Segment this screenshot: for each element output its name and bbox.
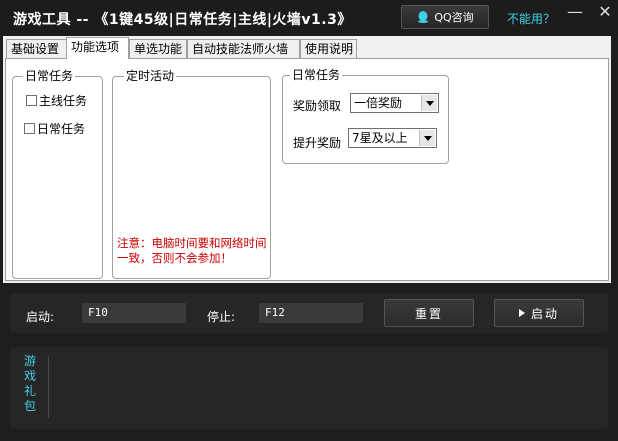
- main-quest-checkbox-box[interactable]: [26, 95, 37, 106]
- minimize-button[interactable]: —: [564, 2, 586, 22]
- qq-penguin-icon: [418, 11, 429, 23]
- gift-bar: [10, 347, 608, 429]
- upgrade-reward-label: 提升奖励: [293, 136, 342, 150]
- main-quest-label: 主线任务: [39, 94, 88, 108]
- reset-button-label: 重置: [414, 306, 443, 321]
- qq-button-label: QQ咨询: [434, 11, 474, 24]
- play-icon: [518, 309, 525, 317]
- app-title: 游戏工具 -- 《1键45级|日常任务|主线|火墙v1.3》: [13, 12, 352, 28]
- start-hotkey-input[interactable]: F10: [82, 303, 186, 323]
- chevron-down-icon[interactable]: [421, 95, 437, 111]
- reward-claim-label: 奖励领取: [293, 99, 342, 113]
- daily-task-group-title: 日常任务: [23, 69, 76, 83]
- tab-auto-skill-firewall[interactable]: 自动技能法师火墙: [187, 39, 300, 58]
- daily-options-group-title: 日常任务: [290, 68, 343, 82]
- upgrade-reward-select[interactable]: 7星及以上: [348, 128, 437, 148]
- start-button[interactable]: 启动: [494, 299, 584, 327]
- reward-claim-select[interactable]: 一倍奖励: [350, 93, 439, 113]
- tab-function-options[interactable]: 功能选项: [66, 37, 129, 59]
- start-button-label: 启动: [530, 306, 559, 321]
- reset-button[interactable]: 重置: [384, 299, 474, 327]
- stop-hotkey-input[interactable]: F12: [259, 303, 363, 323]
- main-quest-checkbox[interactable]: 主线任务: [26, 92, 87, 109]
- stop-hotkey-label: 停止:: [207, 310, 236, 324]
- timed-activity-group-title: 定时活动: [124, 69, 177, 83]
- upgrade-reward-value: 7星及以上: [352, 131, 408, 145]
- chevron-down-icon[interactable]: [419, 130, 435, 146]
- daily-quest-label: 日常任务: [37, 122, 86, 136]
- daily-quest-checkbox[interactable]: 日常任务: [24, 120, 85, 137]
- qq-consult-button[interactable]: QQ咨询: [401, 5, 489, 29]
- close-button[interactable]: ✕: [594, 2, 616, 22]
- time-sync-notice: 注意：电脑时间要和网络时间一致，否则不会参加！: [117, 236, 267, 265]
- daily-quest-checkbox-box[interactable]: [24, 123, 35, 134]
- gift-divider: [48, 356, 49, 418]
- tab-basic-settings[interactable]: 基础设置: [6, 39, 67, 58]
- tab-instructions[interactable]: 使用说明: [300, 39, 357, 58]
- reward-claim-value: 一倍奖励: [354, 96, 403, 110]
- tab-single-select[interactable]: 单选功能: [129, 39, 187, 58]
- start-hotkey-label: 启动:: [26, 310, 55, 324]
- help-link[interactable]: 不能用？: [507, 10, 555, 27]
- game-gift-label[interactable]: 游戏礼包: [22, 354, 38, 414]
